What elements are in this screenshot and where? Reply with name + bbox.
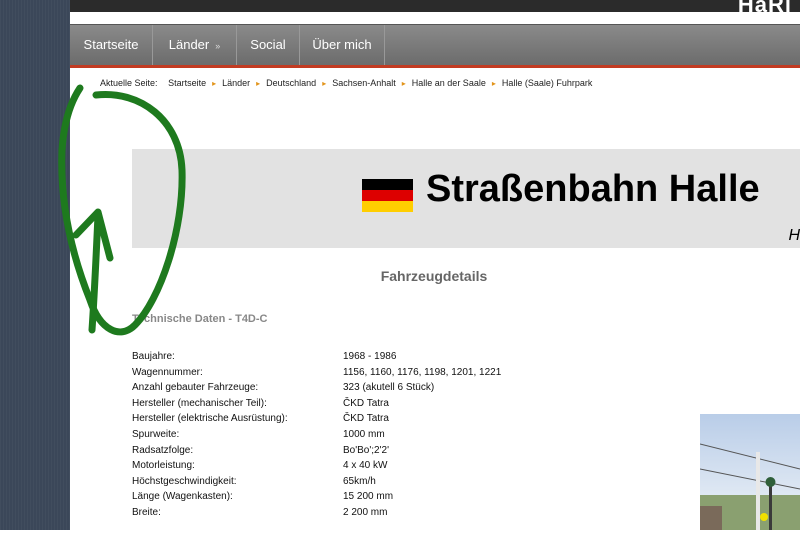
spec-value: 2 200 mm xyxy=(343,506,388,518)
breadcrumb-separator-icon: ▸ xyxy=(491,79,496,88)
breadcrumb-link[interactable]: Startseite xyxy=(168,78,206,88)
site-banner: HaRi xyxy=(70,0,800,17)
page-background-left xyxy=(0,0,70,530)
spec-value: 15 200 mm xyxy=(343,491,394,503)
specs-heading: Technische Daten - T4D-C xyxy=(132,313,268,325)
page-title: Straßenbahn Halle xyxy=(426,168,760,210)
spec-label: Länge (Wagenkasten): xyxy=(132,491,233,503)
spec-value: ČKD Tatra xyxy=(343,397,389,409)
nav-item-ueber-mich[interactable]: Über mich xyxy=(300,25,385,66)
nav-item-startseite[interactable]: Startseite xyxy=(70,25,153,66)
main-navigation: Startseite Länder » Social Über mich xyxy=(70,24,800,66)
spec-label: Anzahl gebauter Fahrzeuge: xyxy=(132,382,259,394)
nav-item-label: Social xyxy=(250,37,286,52)
spec-value: 1156, 1160, 1176, 1198, 1201, 1221 xyxy=(343,366,502,378)
nav-item-label: Startseite xyxy=(83,37,139,52)
spec-label: Hersteller (mechanischer Teil): xyxy=(132,397,267,409)
headline-banner: Straßenbahn Halle H xyxy=(132,149,800,248)
spec-label: Radsatzfolge: xyxy=(132,444,194,456)
specs-table: Baujahre: 1968 - 1986 Wagennummer: 1156, 11… xyxy=(132,349,532,521)
spec-row: Länge (Wagenkasten): 15 200 mm xyxy=(132,489,532,505)
nav-divider xyxy=(70,65,800,68)
spec-row: Motorleistung: 4 x 40 kW xyxy=(132,458,532,474)
tram-photo[interactable] xyxy=(700,414,800,530)
spec-row: Baujahre: 1968 - 1986 xyxy=(132,349,532,365)
spec-label: Höchstgeschwindigkeit: xyxy=(132,475,237,487)
chevron-down-icon: » xyxy=(215,41,221,51)
spec-row: Radsatzfolge: Bo'Bo';2'2' xyxy=(132,443,532,459)
spec-row: Höchstgeschwindigkeit: 65km/h xyxy=(132,474,532,490)
spec-row: Breite: 2 200 mm xyxy=(132,505,532,521)
section-title: Fahrzeugdetails xyxy=(380,268,488,284)
nav-item-laender[interactable]: Länder » xyxy=(153,25,237,66)
breadcrumb: Aktuelle Seite: Startseite ▸ Länder ▸ Deutsc… xyxy=(100,78,592,88)
spec-row: Wagennummer: 1156, 1160, 1176, 1198, 1201… xyxy=(132,365,532,381)
spec-label: Spurweite: xyxy=(132,428,180,440)
page-content: HaRi Startseite Länder » Social Über mich… xyxy=(70,0,800,530)
spec-label: Baujahre: xyxy=(132,351,175,362)
nav-item-label: Über mich xyxy=(312,37,372,52)
spec-row: Spurweite: 1000 mm xyxy=(132,427,532,443)
spec-row: Hersteller (mechanischer Teil): ČKD Tatra xyxy=(132,396,532,412)
breadcrumb-current: Halle (Saale) Fuhrpark xyxy=(501,78,593,88)
page-subtitle: H xyxy=(788,227,800,244)
breadcrumb-link[interactable]: Deutschland xyxy=(266,78,316,88)
breadcrumb-link[interactable]: Sachsen-Anhalt xyxy=(332,78,396,88)
spec-row: Hersteller (elektrische Ausrüstung): ČKD … xyxy=(132,411,532,427)
breadcrumb-link[interactable]: Länder xyxy=(222,78,250,88)
spec-row: Anzahl gebauter Fahrzeuge: 323 (akutell 6… xyxy=(132,380,532,396)
breadcrumb-separator-icon: ▸ xyxy=(322,79,327,88)
spec-label: Wagennummer: xyxy=(132,366,203,378)
breadcrumb-prefix: Aktuelle Seite: xyxy=(100,78,158,88)
nav-item-social[interactable]: Social xyxy=(237,25,300,66)
spec-label: Breite: xyxy=(132,506,161,518)
spec-label: Hersteller (elektrische Ausrüstung): xyxy=(132,413,288,425)
spec-value: ČKD Tatra xyxy=(343,413,389,425)
breadcrumb-link[interactable]: Halle an der Saale xyxy=(412,78,486,88)
nav-item-label: Länder xyxy=(168,37,210,52)
breadcrumb-separator-icon: ▸ xyxy=(401,79,406,88)
spec-value: 65km/h xyxy=(343,475,376,487)
germany-flag-icon xyxy=(362,179,413,212)
breadcrumb-separator-icon: ▸ xyxy=(212,79,217,88)
spec-label: Motorleistung: xyxy=(132,460,195,472)
spec-value: 1968 - 1986 xyxy=(343,351,397,362)
spec-value: 4 x 40 kW xyxy=(343,460,388,472)
spec-value: 323 (akutell 6 Stück) xyxy=(343,382,435,394)
spec-value: 1000 mm xyxy=(343,428,385,440)
breadcrumb-separator-icon: ▸ xyxy=(256,79,261,88)
spec-value: Bo'Bo';2'2' xyxy=(343,444,390,456)
